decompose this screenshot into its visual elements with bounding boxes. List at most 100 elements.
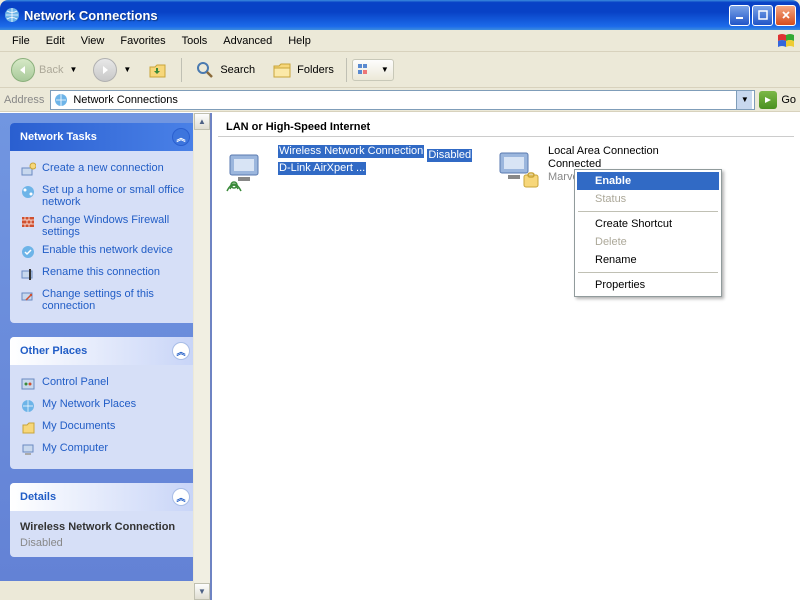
documents-icon — [20, 420, 36, 436]
panel-title: Network Tasks — [20, 131, 97, 143]
firewall-icon — [20, 214, 36, 230]
place-network-places[interactable]: My Network Places — [20, 395, 190, 417]
window-controls — [729, 5, 796, 26]
addressbar: Address Network Connections ▼ Go — [0, 88, 800, 112]
context-menu: Enable Status Create Shortcut Delete Ren… — [574, 169, 722, 297]
minimize-button[interactable] — [729, 5, 750, 26]
task-firewall[interactable]: Change Windows Firewall settings — [20, 211, 190, 241]
views-icon — [357, 62, 375, 78]
details-header[interactable]: Details ︽ — [10, 483, 200, 511]
menu-favorites[interactable]: Favorites — [112, 33, 173, 49]
chevron-up-icon: ︽ — [172, 128, 190, 146]
lan-connection-icon — [494, 145, 542, 193]
sidepanel-wrap: Network Tasks ︽ Create a new connection … — [0, 113, 210, 600]
network-places-icon — [20, 398, 36, 414]
ctx-properties[interactable]: Properties — [577, 276, 719, 294]
ctx-separator — [578, 272, 718, 273]
go-label: Go — [781, 94, 796, 106]
dropdown-arrow-icon: ▼ — [123, 65, 131, 74]
task-setup-network[interactable]: Set up a home or small office network — [20, 181, 190, 211]
close-button[interactable] — [775, 5, 796, 26]
network-tasks-header[interactable]: Network Tasks ︽ — [10, 123, 200, 151]
menu-file[interactable]: File — [4, 33, 38, 49]
toolbar-separator — [346, 58, 347, 82]
dropdown-arrow-icon: ▼ — [381, 65, 389, 74]
address-value: Network Connections — [73, 94, 732, 106]
menu-advanced[interactable]: Advanced — [215, 33, 280, 49]
section-header: LAN or High-Speed Internet — [218, 117, 794, 137]
details-name: Wireless Network Connection — [20, 519, 190, 535]
details-panel: Details ︽ Wireless Network Connection Di… — [10, 483, 200, 557]
settings-icon — [20, 288, 36, 304]
menu-help[interactable]: Help — [280, 33, 319, 49]
sidepanel: Network Tasks ︽ Create a new connection … — [0, 113, 210, 581]
other-places-body: Control Panel My Network Places My Docum… — [10, 365, 200, 469]
connection-text: Wireless Network Connection Disabled D-L… — [278, 145, 474, 193]
place-control-panel[interactable]: Control Panel — [20, 373, 190, 395]
place-my-documents[interactable]: My Documents — [20, 417, 190, 439]
network-setup-icon — [20, 184, 36, 200]
search-button[interactable]: Search — [187, 56, 262, 84]
ctx-delete: Delete — [577, 233, 719, 251]
search-label: Search — [220, 64, 255, 76]
menu-view[interactable]: View — [73, 33, 113, 49]
connection-name: Wireless Network Connection — [278, 145, 424, 158]
panel-title: Other Places — [20, 345, 87, 357]
task-create-connection[interactable]: Create a new connection — [20, 159, 190, 181]
toolbar: Back ▼ ▼ Search Folders ▼ — [0, 52, 800, 88]
menubar: File Edit View Favorites Tools Advanced … — [0, 30, 800, 52]
other-places-header[interactable]: Other Places ︽ — [10, 337, 200, 365]
maximize-button[interactable] — [752, 5, 773, 26]
toolbar-separator — [181, 58, 182, 82]
dropdown-arrow-icon: ▼ — [69, 65, 77, 74]
main-area: Network Tasks ︽ Create a new connection … — [0, 112, 800, 600]
ctx-rename[interactable]: Rename — [577, 251, 719, 269]
go-button[interactable] — [759, 91, 777, 109]
scroll-down-icon[interactable]: ▼ — [194, 583, 210, 600]
network-tasks-panel: Network Tasks ︽ Create a new connection … — [10, 123, 200, 323]
ctx-status: Status — [577, 190, 719, 208]
connection-status: Disabled — [427, 149, 472, 162]
forward-button[interactable]: ▼ — [86, 55, 138, 85]
back-arrow-icon — [11, 58, 35, 82]
ctx-separator — [578, 211, 718, 212]
task-enable-device[interactable]: Enable this network device — [20, 241, 190, 263]
new-connection-icon — [20, 162, 36, 178]
ctx-enable[interactable]: Enable — [577, 172, 719, 190]
panel-title: Details — [20, 491, 56, 503]
go-arrow-icon — [763, 95, 773, 105]
sidepanel-scrollbar[interactable]: ▲ ▼ — [193, 113, 210, 600]
titlebar: Network Connections — [0, 0, 800, 30]
back-button[interactable]: Back ▼ — [4, 55, 84, 85]
place-my-computer[interactable]: My Computer — [20, 439, 190, 461]
connection-wireless[interactable]: Wireless Network Connection Disabled D-L… — [224, 145, 474, 193]
details-body: Wireless Network Connection Disabled — [10, 511, 200, 557]
network-connections-icon — [53, 92, 69, 108]
chevron-up-icon: ︽ — [172, 488, 190, 506]
address-field[interactable]: Network Connections ▼ — [50, 90, 755, 110]
rename-icon — [20, 266, 36, 282]
network-tasks-body: Create a new connection Set up a home or… — [10, 151, 200, 323]
control-panel-icon — [20, 376, 36, 392]
views-button[interactable]: ▼ — [352, 59, 394, 81]
ctx-create-shortcut[interactable]: Create Shortcut — [577, 215, 719, 233]
address-dropdown-icon[interactable]: ▼ — [736, 91, 752, 109]
menu-tools[interactable]: Tools — [174, 33, 216, 49]
forward-arrow-icon — [93, 58, 117, 82]
task-change-settings[interactable]: Change settings of this connection — [20, 285, 190, 315]
back-label: Back — [39, 64, 63, 76]
details-status: Disabled — [20, 535, 190, 549]
folders-button[interactable]: Folders — [264, 56, 341, 84]
content-area: LAN or High-Speed Internet Wireless Netw… — [210, 113, 800, 600]
up-button[interactable] — [140, 56, 176, 84]
folder-up-icon — [147, 59, 169, 81]
address-label: Address — [4, 94, 46, 106]
computer-icon — [20, 442, 36, 458]
menu-edit[interactable]: Edit — [38, 33, 73, 49]
task-rename[interactable]: Rename this connection — [20, 263, 190, 285]
network-connections-icon — [4, 7, 20, 23]
other-places-panel: Other Places ︽ Control Panel My Network … — [10, 337, 200, 469]
window-title: Network Connections — [24, 8, 729, 23]
scroll-up-icon[interactable]: ▲ — [194, 113, 210, 130]
connection-name: Local Area Connection — [548, 145, 744, 158]
